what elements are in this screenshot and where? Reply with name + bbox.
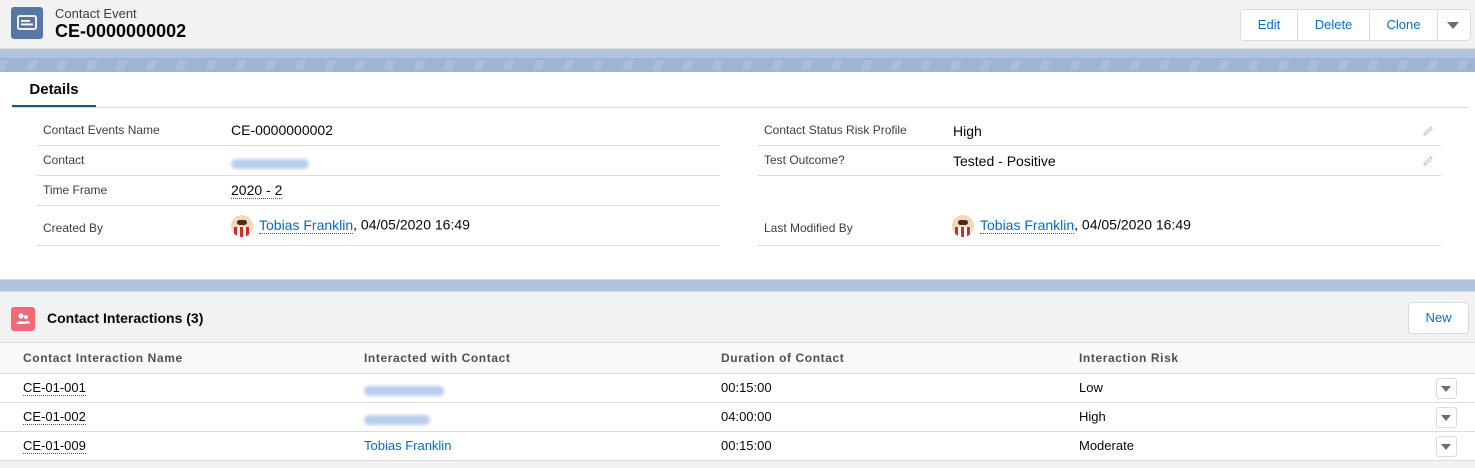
table-row: CE-01-001 00:15:00 Low xyxy=(0,374,1475,403)
avatar xyxy=(231,215,253,237)
interacted-contact-link-redacted[interactable] xyxy=(364,413,430,428)
interaction-name-link[interactable]: CE-01-001 xyxy=(23,380,86,396)
field-label: Contact Events Name xyxy=(43,123,160,137)
record-title: CE-0000000002 xyxy=(55,21,187,41)
more-actions-button[interactable] xyxy=(1438,10,1470,40)
field-label: Created By xyxy=(43,221,104,235)
table-row: CE-01-009 Tobias Franklin 00:15:00 Moder… xyxy=(0,432,1475,461)
field-value: CE-0000000002 xyxy=(231,122,333,138)
contact-interactions-related-list: Contact Interactions (3) New Contact Int… xyxy=(0,291,1475,468)
column-header-interaction-risk[interactable]: Interaction Risk xyxy=(1079,351,1179,365)
field-label: Test Outcome? xyxy=(764,153,845,167)
field-last-modified-by: Last Modified By Tobias Franklin, 04/05/… xyxy=(758,206,1441,246)
time-frame-link[interactable]: 2020 - 2 xyxy=(231,182,283,199)
tab-divider xyxy=(12,107,1468,108)
field-label: Time Frame xyxy=(43,183,108,197)
pencil-edit-icon[interactable] xyxy=(1422,155,1434,167)
risk-cell: Low xyxy=(1079,380,1103,395)
column-header-contact-interaction-name[interactable]: Contact Interaction Name xyxy=(23,351,183,365)
created-by-value: Tobias Franklin, 04/05/2020 16:49 xyxy=(231,215,470,237)
column-header-interacted-with-contact[interactable]: Interacted with Contact xyxy=(364,351,510,365)
chevron-down-icon xyxy=(1441,415,1451,421)
last-modified-by-date: , 04/05/2020 16:49 xyxy=(1074,216,1191,233)
interacted-contact-link-redacted[interactable] xyxy=(364,384,444,399)
chevron-down-icon xyxy=(1447,22,1459,29)
last-modified-by-user-link[interactable]: Tobias Franklin xyxy=(980,216,1075,234)
details-card: Details Contact Events Name CE-000000000… xyxy=(0,72,1475,280)
field-label: Contact Status Risk Profile xyxy=(764,123,907,137)
duration-cell: 04:00:00 xyxy=(721,409,772,424)
contacts-related-icon xyxy=(11,307,35,331)
field-value: Tested - Positive xyxy=(953,153,1056,169)
last-modified-by-value: Tobias Franklin, 04/05/2020 16:49 xyxy=(952,215,1191,237)
interaction-name-link[interactable]: CE-01-009 xyxy=(23,438,86,454)
record-header: Contact Event CE-0000000002 Edit Delete … xyxy=(0,0,1475,49)
field-test-outcome: Test Outcome? Tested - Positive xyxy=(758,146,1441,176)
table-header: Contact Interaction Name Interacted with… xyxy=(0,342,1475,374)
interaction-name-link[interactable]: CE-01-002 xyxy=(23,409,86,425)
field-contact: Contact xyxy=(37,146,720,176)
created-by-user-link[interactable]: Tobias Franklin xyxy=(259,216,354,234)
field-contact-events-name: Contact Events Name CE-0000000002 xyxy=(37,116,720,146)
delete-button[interactable]: Delete xyxy=(1298,10,1370,40)
record-actions: Edit Delete Clone xyxy=(1240,9,1471,41)
interacted-contact-link[interactable]: Tobias Franklin xyxy=(364,438,451,453)
field-label: Last Modified By xyxy=(764,221,853,235)
contact-link-redacted[interactable] xyxy=(231,156,309,172)
chevron-down-icon xyxy=(1441,444,1451,450)
field-contact-status-risk-profile: Contact Status Risk Profile High xyxy=(758,116,1441,146)
risk-cell: Moderate xyxy=(1079,438,1134,453)
clone-button[interactable]: Clone xyxy=(1370,10,1438,40)
decorative-banner xyxy=(0,58,1475,72)
avatar xyxy=(952,215,974,237)
row-actions-button[interactable] xyxy=(1436,436,1457,457)
object-label: Contact Event xyxy=(55,6,137,21)
table-row: CE-01-002 04:00:00 High xyxy=(0,403,1475,432)
duration-cell: 00:15:00 xyxy=(721,380,772,395)
edit-button[interactable]: Edit xyxy=(1241,10,1298,40)
tab-details[interactable]: Details xyxy=(12,80,96,108)
risk-cell: High xyxy=(1079,409,1106,424)
field-label: Contact xyxy=(43,153,85,167)
related-list-title[interactable]: Contact Interactions (3) xyxy=(47,310,203,326)
new-button[interactable]: New xyxy=(1408,302,1469,334)
duration-cell: 00:15:00 xyxy=(721,438,772,453)
contact-event-record-icon xyxy=(11,7,43,39)
pencil-edit-icon[interactable] xyxy=(1422,125,1434,137)
field-created-by: Created By Tobias Franklin, 04/05/2020 1… xyxy=(37,206,720,246)
chevron-down-icon xyxy=(1441,386,1451,392)
created-by-date: , 04/05/2020 16:49 xyxy=(353,216,470,233)
row-actions-button[interactable] xyxy=(1436,378,1457,399)
field-value: High xyxy=(953,123,982,139)
row-actions-button[interactable] xyxy=(1436,407,1457,428)
field-time-frame: Time Frame 2020 - 2 xyxy=(37,176,720,206)
column-header-duration-of-contact[interactable]: Duration of Contact xyxy=(721,351,844,365)
